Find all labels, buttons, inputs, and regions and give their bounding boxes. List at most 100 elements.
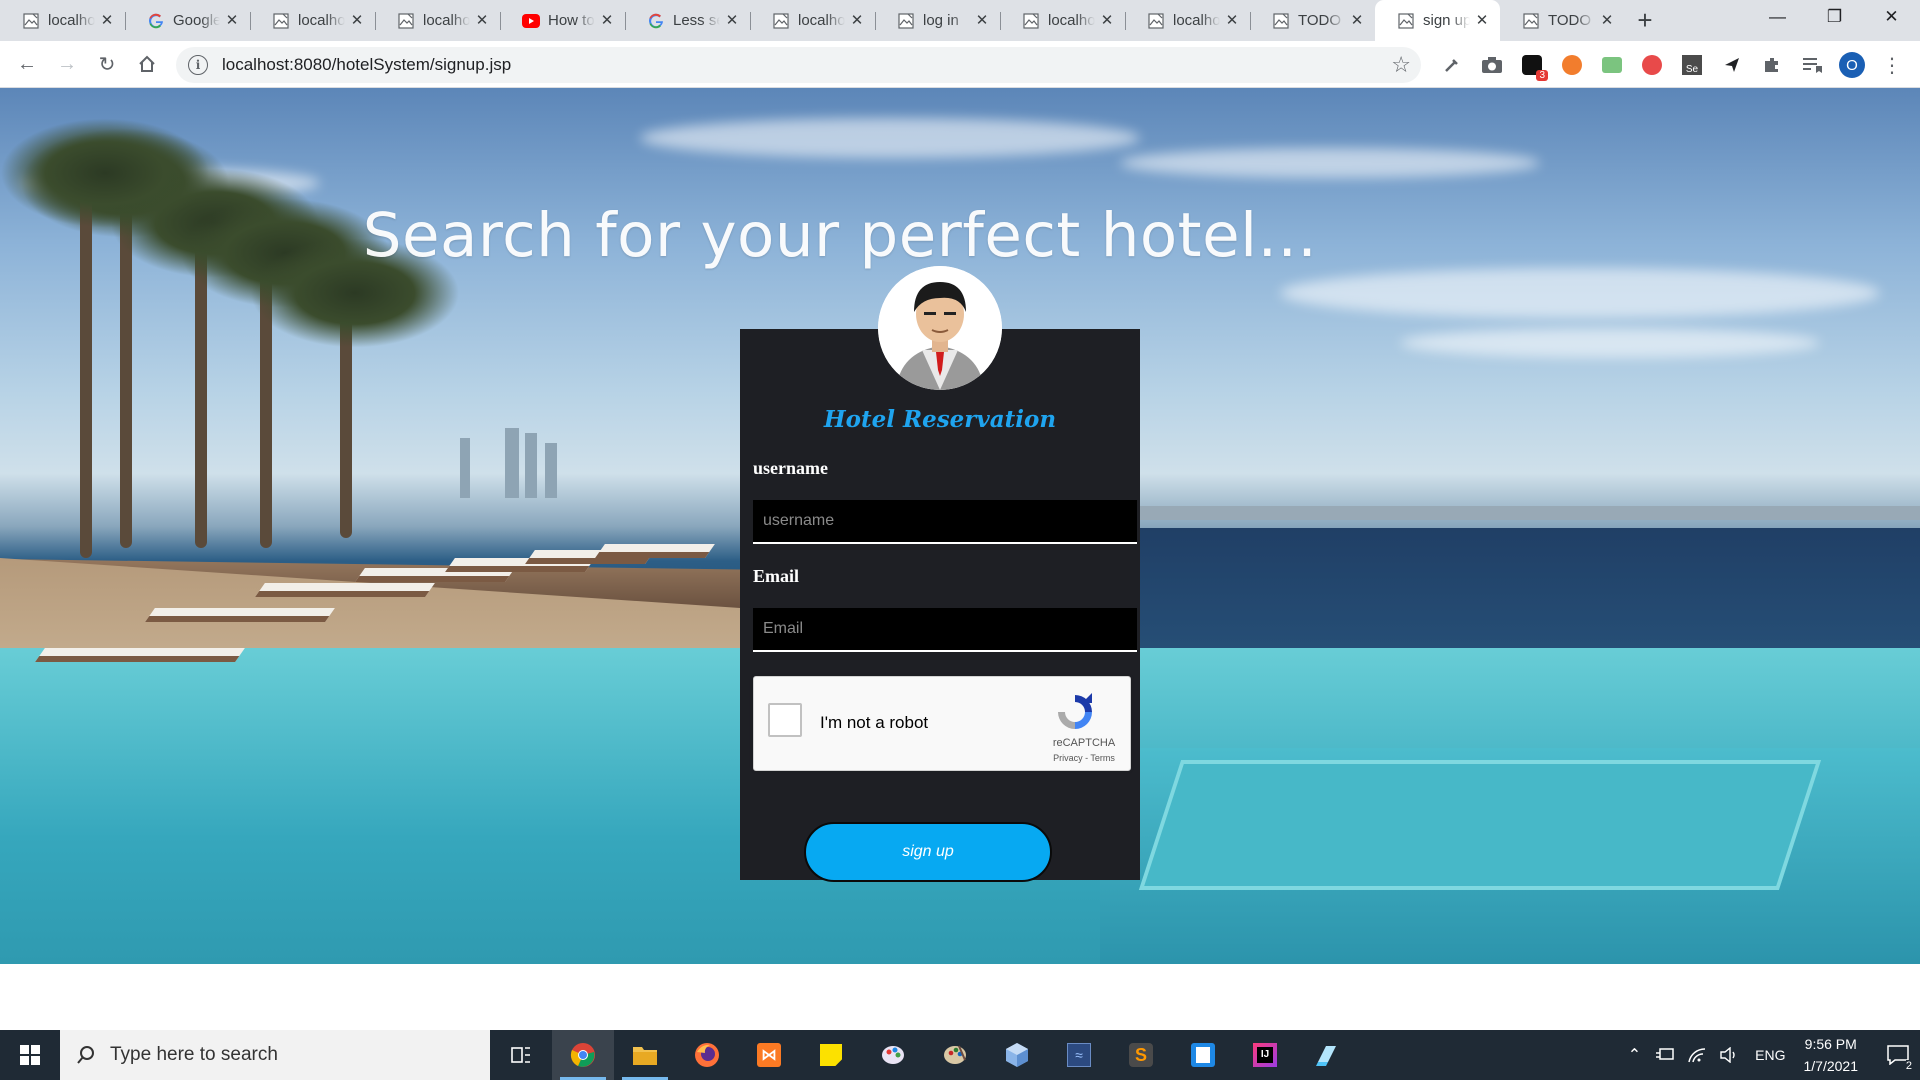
- reload-button[interactable]: ↻: [87, 44, 127, 84]
- notepad-taskbar-icon[interactable]: [1296, 1030, 1358, 1080]
- home-button[interactable]: [127, 44, 167, 84]
- username-label: username: [753, 458, 828, 478]
- clock-time: 9:56 PM: [1804, 1036, 1857, 1052]
- taskbar-search-placeholder: Type here to search: [110, 1044, 278, 1065]
- tab-title: localhost: [423, 12, 470, 29]
- reading-list-icon[interactable]: [1797, 50, 1827, 80]
- language-indicator[interactable]: ENG: [1755, 1047, 1785, 1063]
- close-tab-icon[interactable]: ✕: [1099, 12, 1115, 29]
- notification-center-button[interactable]: 2: [1876, 1030, 1920, 1080]
- intellij-idea-taskbar-icon[interactable]: IJ: [1234, 1030, 1296, 1080]
- address-url[interactable]: localhost:8080/hotelSystem/signup.jsp: [222, 55, 511, 75]
- tab-8[interactable]: localhost✕: [1000, 0, 1125, 41]
- tab-title: Less se: [673, 12, 720, 29]
- close-window-button[interactable]: ✕: [1863, 0, 1920, 33]
- broken-image-icon: [1522, 12, 1540, 30]
- sticky-notes-taskbar-icon[interactable]: [800, 1030, 862, 1080]
- red-extension-icon[interactable]: [1637, 50, 1667, 80]
- browser-toolbar: ← → ↻ i localhost:8080/hotelSystem/signu…: [0, 41, 1920, 88]
- tab-6[interactable]: localhost✕: [750, 0, 875, 41]
- tab-title: localhost: [1173, 12, 1220, 29]
- browser-menu-button[interactable]: ⋮: [1877, 50, 1907, 80]
- paint-taskbar-icon[interactable]: [924, 1030, 986, 1080]
- email-input[interactable]: [753, 608, 1137, 652]
- site-info-icon[interactable]: i: [188, 55, 208, 75]
- profile-avatar[interactable]: O: [1837, 50, 1867, 80]
- recaptcha-checkbox[interactable]: [768, 703, 802, 737]
- username-input[interactable]: [753, 500, 1137, 544]
- tab-title: sign up: [1423, 12, 1470, 29]
- xampp-taskbar-icon[interactable]: ⋈: [738, 1030, 800, 1080]
- sign-up-button[interactable]: sign up: [804, 822, 1052, 882]
- paint-3d-taskbar-icon[interactable]: [862, 1030, 924, 1080]
- chrome-taskbar-icon[interactable]: [552, 1030, 614, 1080]
- broken-image-icon: [772, 12, 790, 30]
- minimize-button[interactable]: —: [1749, 0, 1806, 33]
- tab-4[interactable]: How to ✕: [500, 0, 625, 41]
- selenium-extension-icon[interactable]: Se: [1677, 50, 1707, 80]
- address-bar[interactable]: i localhost:8080/hotelSystem/signup.jsp …: [176, 47, 1421, 83]
- broken-image-icon: [897, 12, 915, 30]
- recaptcha-brand: reCAPTCHA: [1052, 737, 1116, 749]
- arrow-extension-icon[interactable]: [1717, 50, 1747, 80]
- close-tab-icon[interactable]: ✕: [974, 12, 990, 29]
- close-tab-icon[interactable]: ✕: [349, 12, 365, 29]
- restore-button[interactable]: ❐: [1806, 0, 1863, 33]
- broken-image-icon: [1272, 12, 1290, 30]
- broken-image-icon: [272, 12, 290, 30]
- wifi-icon[interactable]: [1687, 1047, 1707, 1063]
- youtube-icon: [522, 12, 540, 30]
- close-tab-icon[interactable]: ✕: [224, 12, 240, 29]
- tab-2[interactable]: localhost✕: [250, 0, 375, 41]
- file-explorer-taskbar-icon[interactable]: [614, 1030, 676, 1080]
- battery-icon[interactable]: [1655, 1047, 1675, 1063]
- new-tab-button[interactable]: +: [1625, 0, 1665, 41]
- tab-7[interactable]: log in ✕: [875, 0, 1000, 41]
- recaptcha-privacy-terms[interactable]: Privacy - Terms: [1044, 753, 1124, 763]
- green-extension-icon[interactable]: [1597, 50, 1627, 80]
- ghostery-extension-icon[interactable]: 3: [1517, 50, 1548, 81]
- taskbar-clock[interactable]: 9:56 PM 1/7/2021: [1804, 1033, 1859, 1077]
- orange-extension-icon[interactable]: [1557, 50, 1587, 80]
- close-tab-icon[interactable]: ✕: [849, 12, 865, 29]
- start-button[interactable]: [0, 1030, 60, 1080]
- back-button[interactable]: ←: [7, 44, 47, 84]
- tab-3[interactable]: localhost✕: [375, 0, 500, 41]
- chevron-up-icon[interactable]: ⌃: [1628, 1045, 1641, 1065]
- camera-extension-icon[interactable]: [1477, 50, 1507, 80]
- firefox-taskbar-icon[interactable]: [676, 1030, 738, 1080]
- tab-10[interactable]: TODO ✕: [1250, 0, 1375, 41]
- eyedropper-extension-icon[interactable]: [1437, 50, 1467, 80]
- forward-button[interactable]: →: [47, 44, 87, 84]
- system-tray: ⌃ ENG 9:56 PM 1/7/2021 2: [1628, 1030, 1920, 1080]
- close-tab-icon[interactable]: ✕: [1599, 12, 1615, 29]
- google-icon: [647, 12, 665, 30]
- vs-code-taskbar-icon[interactable]: ≈: [1048, 1030, 1110, 1080]
- email-label: Email: [753, 566, 800, 586]
- tab-0[interactable]: localhost✕: [0, 0, 125, 41]
- search-icon: [77, 1046, 94, 1064]
- close-tab-icon[interactable]: ✕: [1474, 12, 1490, 29]
- task-view-icon[interactable]: [490, 1030, 552, 1080]
- tab-11[interactable]: sign up ✕: [1375, 0, 1500, 41]
- tab-12[interactable]: TODO ✕: [1500, 0, 1625, 41]
- tab-5[interactable]: Less se ✕: [625, 0, 750, 41]
- window-controls: — ❐ ✕: [1749, 0, 1920, 33]
- tab-title: log in: [923, 12, 959, 29]
- taskbar-search[interactable]: Type here to search: [60, 1030, 490, 1080]
- bookmark-star-icon[interactable]: ☆: [1391, 52, 1411, 78]
- close-tab-icon[interactable]: ✕: [99, 12, 115, 29]
- tab-9[interactable]: localhost✕: [1125, 0, 1250, 41]
- close-tab-icon[interactable]: ✕: [1224, 12, 1240, 29]
- close-tab-icon[interactable]: ✕: [474, 12, 490, 29]
- tab-1[interactable]: Google ✕: [125, 0, 250, 41]
- close-tab-icon[interactable]: ✕: [724, 12, 740, 29]
- close-tab-icon[interactable]: ✕: [599, 12, 615, 29]
- page-viewport: Search for your perfect hotel... Hotel R…: [0, 88, 1920, 1030]
- intellij-community-taskbar-icon[interactable]: [1172, 1030, 1234, 1080]
- 3d-viewer-taskbar-icon[interactable]: [986, 1030, 1048, 1080]
- close-tab-icon[interactable]: ✕: [1349, 12, 1365, 29]
- volume-icon[interactable]: [1719, 1047, 1739, 1063]
- puzzle-extensions-icon[interactable]: [1757, 50, 1787, 80]
- sublime-text-taskbar-icon[interactable]: S: [1110, 1030, 1172, 1080]
